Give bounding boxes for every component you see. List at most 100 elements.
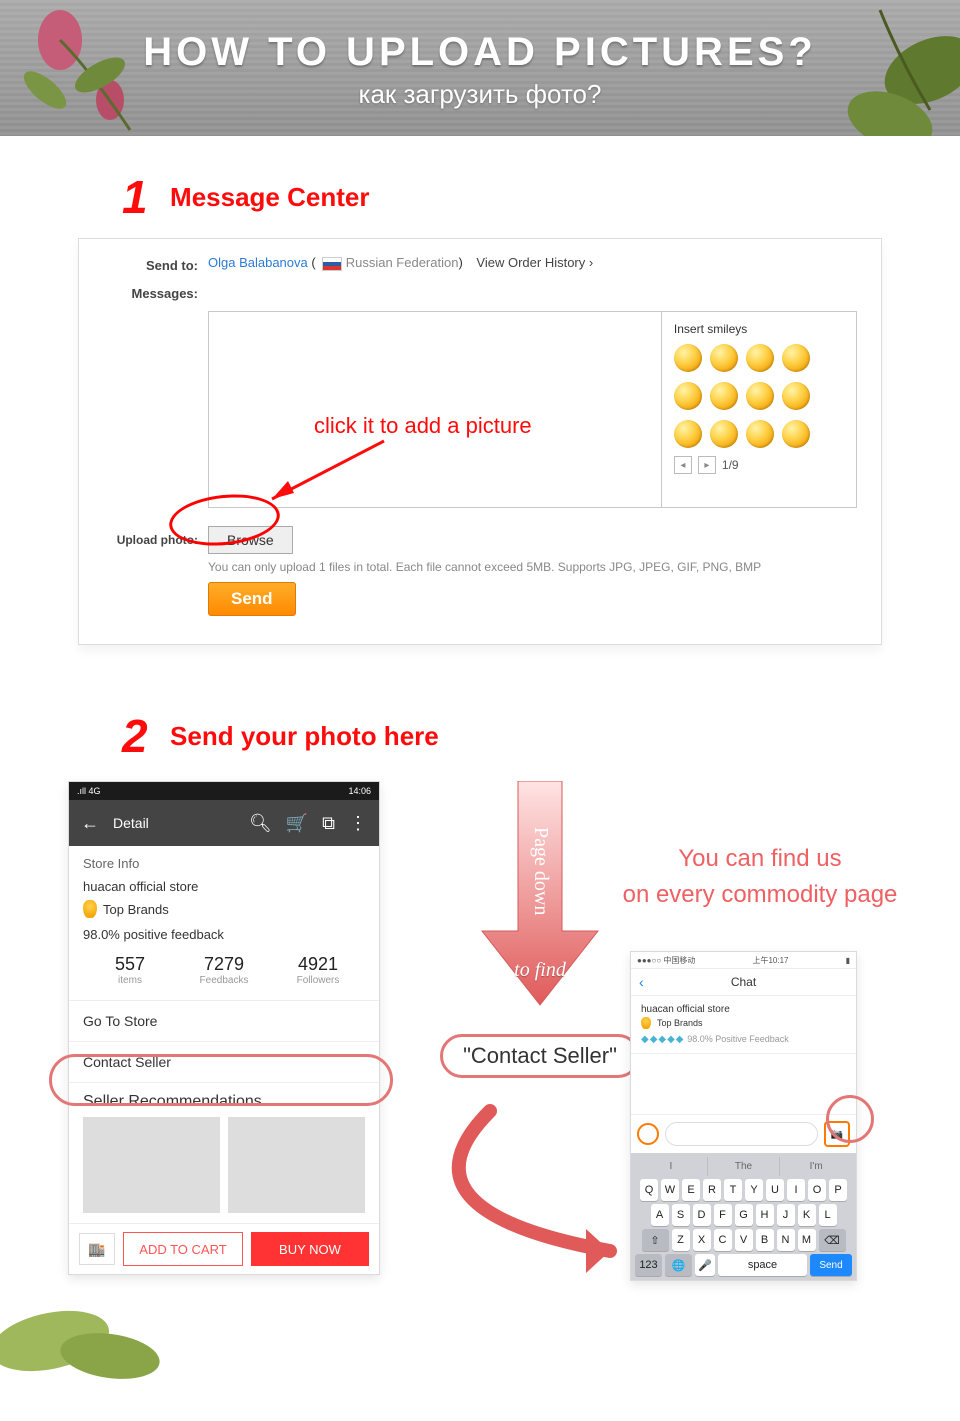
kbd-key[interactable]: Z — [672, 1229, 690, 1251]
metric-followers-label: Followers — [271, 975, 365, 986]
upload-label: Upload photo: — [103, 533, 208, 547]
arrow-text-pagedown: Page down — [528, 811, 552, 931]
store-info-title: Store Info — [83, 856, 365, 871]
kbd-key[interactable]: N — [777, 1229, 795, 1251]
kbd-key[interactable]: L — [819, 1204, 837, 1226]
smiley-icon[interactable] — [674, 420, 702, 448]
keyboard: I The I'm QWERTYUIOP ASDFGHJKL ⇧ZXCVBNM⌫… — [631, 1153, 856, 1280]
kbd-key[interactable]: E — [682, 1179, 700, 1201]
kbd-key[interactable]: B — [756, 1229, 774, 1251]
phone1-top-bar: ← Detail 🔍︎ 🛒 ⧉ ⋮ — [69, 800, 379, 846]
more-icon[interactable]: ⋮ — [349, 813, 367, 834]
pager-next-button[interactable]: ▸ — [698, 456, 716, 474]
phone1-time: 14:06 — [348, 786, 371, 796]
flower-top-left — [0, 0, 190, 136]
smileys-pager: ◂ ▸ 1/9 — [674, 456, 844, 474]
kbd-key[interactable]: Q — [640, 1179, 658, 1201]
find-us-line2: on every commodity page — [590, 877, 930, 913]
step1-heading: 1 Message Center — [122, 170, 960, 224]
smiley-icon[interactable] — [782, 420, 810, 448]
recipient-name[interactable]: Olga Balabanova — [208, 255, 308, 270]
go-to-store-link[interactable]: Go To Store — [69, 1001, 379, 1042]
view-order-history-link[interactable]: View Order History › — [476, 255, 593, 270]
back-icon[interactable]: ← — [81, 813, 99, 834]
kbd-space-key[interactable]: space — [718, 1254, 807, 1276]
kbd-key[interactable]: J — [777, 1204, 795, 1226]
upload-row: Upload photo: Browse — [103, 526, 857, 554]
kbd-key[interactable]: F — [714, 1204, 732, 1226]
pager-prev-button[interactable]: ◂ — [674, 456, 692, 474]
smiley-icon[interactable] — [746, 382, 774, 410]
send-to-row: Send to: Olga Balabanova (Russian Federa… — [103, 255, 857, 273]
kbd-key[interactable]: M — [798, 1229, 816, 1251]
metric-feedbacks-label: Feedbacks — [177, 975, 271, 986]
contact-seller-link[interactable]: Contact Seller — [69, 1042, 379, 1083]
kbd-send-key[interactable]: Send — [810, 1254, 852, 1276]
kbd-key[interactable]: U — [766, 1179, 784, 1201]
kbd-globe-key[interactable]: 🌐 — [665, 1254, 692, 1276]
send-button[interactable]: Send — [208, 582, 296, 616]
kbd-suggestion[interactable]: The — [708, 1157, 781, 1176]
kbd-suggestion[interactable]: I'm — [780, 1157, 852, 1176]
kbd-key[interactable]: R — [703, 1179, 721, 1201]
smiley-icon[interactable] — [710, 420, 738, 448]
flag-icon — [322, 257, 342, 271]
kbd-key[interactable]: Y — [745, 1179, 763, 1201]
kbd-key[interactable]: V — [735, 1229, 753, 1251]
feedback-text: 98.0% positive feedback — [83, 927, 365, 942]
smiley-icon[interactable] — [674, 382, 702, 410]
header-banner: HOW TO UPLOAD PICTURES? как загрузить фо… — [0, 0, 960, 136]
phone2-carrier: ●●●○○ 中国移动 — [637, 955, 695, 966]
smiley-icon[interactable] — [746, 344, 774, 372]
kbd-key[interactable]: O — [808, 1179, 826, 1201]
smiley-icon[interactable] — [746, 420, 774, 448]
kbd-key[interactable]: A — [651, 1204, 669, 1226]
seller-recommendations-title: Seller Recommendations — [83, 1093, 365, 1111]
chat-body — [631, 1054, 856, 1114]
send-to-label: Send to: — [103, 255, 208, 273]
contact-seller-pill: "Contact Seller" — [440, 1034, 640, 1078]
smiley-icon[interactable] — [674, 344, 702, 372]
kbd-key[interactable]: P — [829, 1179, 847, 1201]
kbd-backspace-key[interactable]: ⌫ — [819, 1229, 846, 1251]
chat-top-brands: Top Brands — [657, 1018, 703, 1028]
chat-back-icon[interactable]: ‹ — [639, 974, 644, 990]
kbd-key[interactable]: C — [714, 1229, 732, 1251]
chat-input[interactable] — [665, 1122, 818, 1146]
kbd-key[interactable]: T — [724, 1179, 742, 1201]
cart-icon[interactable]: 🛒 — [286, 813, 308, 834]
chat-feedback: 98.0% Positive Feedback — [687, 1034, 789, 1044]
kbd-key[interactable]: K — [798, 1204, 816, 1226]
kbd-key[interactable]: D — [693, 1204, 711, 1226]
kbd-suggestion[interactable]: I — [635, 1157, 708, 1176]
buy-now-button[interactable]: BUY NOW — [251, 1232, 369, 1266]
step2-label: Send your photo here — [170, 721, 439, 752]
step1-number: 1 — [122, 170, 148, 224]
phone2-time: 上午10:17 — [752, 955, 788, 966]
smiley-icon[interactable] — [710, 344, 738, 372]
emoji-icon[interactable] — [637, 1123, 659, 1145]
messages-label: Messages: — [103, 283, 208, 301]
kbd-shift-key[interactable]: ⇧ — [642, 1229, 669, 1251]
annotation-arrow-icon — [254, 435, 394, 515]
smiley-icon[interactable] — [782, 344, 810, 372]
kbd-key[interactable]: S — [672, 1204, 690, 1226]
kbd-key[interactable]: W — [661, 1179, 679, 1201]
phone2-battery-icon: ▮ — [846, 956, 850, 965]
messages-row: Messages: — [103, 283, 857, 301]
diamonds-icon: ◆◆◆◆◆ — [641, 1034, 684, 1045]
browse-button[interactable]: Browse — [208, 526, 293, 554]
kbd-key[interactable]: H — [756, 1204, 774, 1226]
share-icon[interactable]: ⧉ — [322, 813, 335, 834]
kbd-key[interactable]: X — [693, 1229, 711, 1251]
kbd-key[interactable]: I — [787, 1179, 805, 1201]
smiley-icon[interactable] — [710, 382, 738, 410]
kbd-key[interactable]: G — [735, 1204, 753, 1226]
smiley-icon[interactable] — [782, 382, 810, 410]
product-thumb[interactable] — [83, 1117, 220, 1213]
search-icon[interactable]: 🔍︎ — [249, 813, 272, 834]
kbd-mic-key[interactable]: 🎤 — [695, 1254, 715, 1276]
product-thumb[interactable] — [228, 1117, 365, 1213]
top-brands: Top Brands — [103, 902, 169, 917]
kbd-123-key[interactable]: 123 — [635, 1254, 662, 1276]
